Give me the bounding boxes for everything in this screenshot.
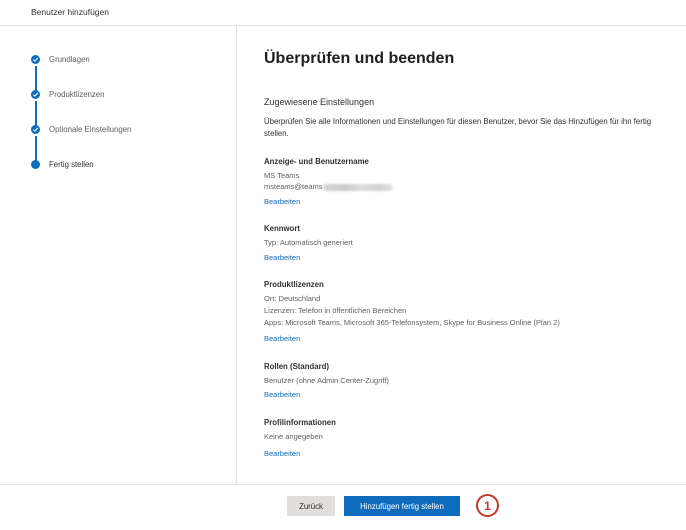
step-grundlagen[interactable]: Grundlagen [31,52,90,66]
redacted-domain [323,183,394,191]
step-label: Grundlagen [49,54,90,64]
username-value: msteams@teams [264,182,323,191]
panel-header: Benutzer hinzufügen [0,0,686,26]
step-produktlizenzen[interactable]: Produktlizenzen [31,87,104,101]
license-apps: Apps: Microsoft Teams, Microsoft 365-Tel… [264,318,560,327]
edit-profile-link[interactable]: Bearbeiten [264,449,300,458]
back-button[interactable]: Zurück [287,496,335,516]
licenses-title: Produktlizenzen [264,280,324,289]
edit-licenses-link[interactable]: Bearbeiten [264,334,300,343]
username-row: msteams@teams [264,182,394,191]
roles-value: Benutzer (ohne Admin Center-Zugriff) [264,376,389,385]
roles-title: Rollen (Standard) [264,362,329,371]
step-label: Produktlizenzen [49,89,105,99]
finish-add-user-button[interactable]: Hinzufügen fertig stellen [344,496,460,516]
page-title: Überprüfen und beenden [264,50,455,67]
edit-password-link[interactable]: Bearbeiten [264,253,300,262]
step-fertig-stellen: Fertig stellen [31,157,94,171]
password-title: Kennwort [264,224,300,233]
profile-value: Keine angegeben [264,432,323,441]
checkmark-circle-icon [31,54,40,64]
edit-roles-link[interactable]: Bearbeiten [264,390,300,399]
step-optionale-einstellungen[interactable]: Optionale Einstellungen [31,122,131,136]
license-list: Lizenzen: Telefon in öffentlichen Bereic… [264,306,407,315]
checkmark-circle-icon [31,89,40,99]
profile-title: Profilinformationen [264,418,336,427]
edit-display-name-link[interactable]: Bearbeiten [264,197,300,206]
step-label: Fertig stellen [49,159,94,169]
display-name-title: Anzeige- und Benutzername [264,157,369,166]
section-heading: Zugewiesene Einstellungen [264,97,375,107]
panel-title: Benutzer hinzufügen [31,7,109,17]
callout-marker: 1 [476,494,499,517]
panel-footer: Zurück Hinzufügen fertig stellen 1 [0,484,686,530]
filled-circle-icon [31,159,40,169]
intro-text: Überprüfen Sie alle Informationen und Ei… [264,117,652,138]
license-location: Ort: Deutschland [264,294,321,303]
step-label: Optionale Einstellungen [49,124,132,134]
wizard-steps: Grundlagen Produktlizenzen Optionale Ein… [0,26,237,484]
display-name-value: MS Teams [264,171,300,180]
password-type: Typ: Automatisch generiert [264,238,353,247]
checkmark-circle-icon [31,124,40,134]
